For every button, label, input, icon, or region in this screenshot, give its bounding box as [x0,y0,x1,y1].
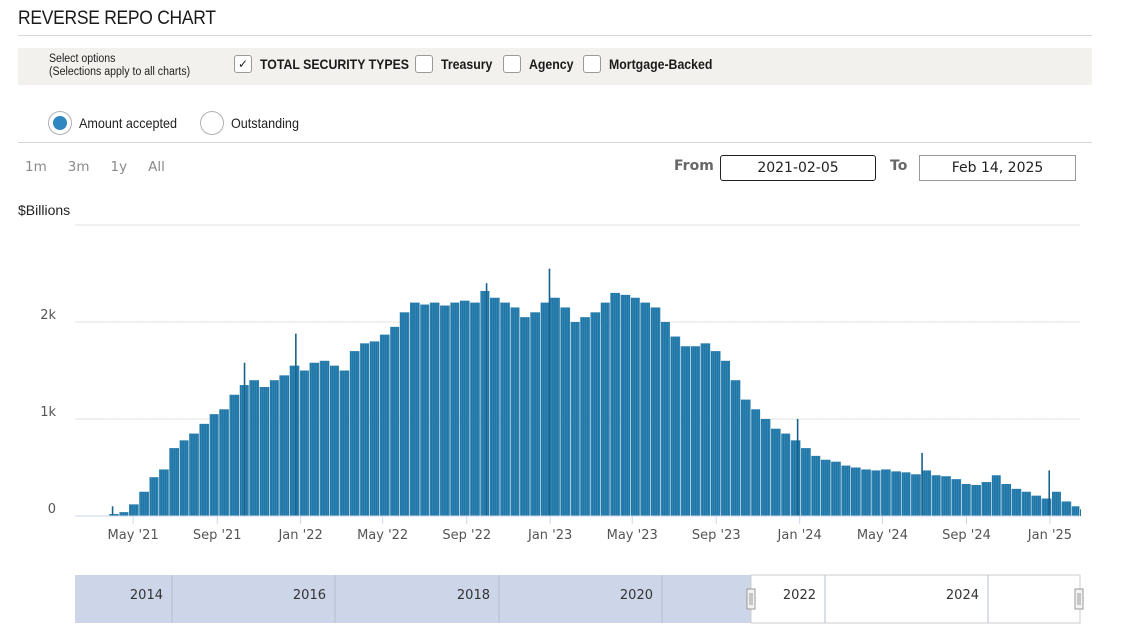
bar [379,334,390,516]
x-tick-label: Sep '23 [692,528,741,543]
bar [339,370,350,516]
x-tick-label: Sep '24 [942,528,991,543]
bar-spike [243,362,246,516]
bar [850,467,861,516]
navigator-year-label: 2020 [620,588,653,603]
bar [139,491,149,516]
bar-spike [921,452,923,516]
bar [1080,509,1081,516]
y-tick-label: 2k [40,308,56,323]
y-tick-label: 0 [48,502,56,517]
navigator-handle[interactable] [746,588,756,610]
bar [580,317,590,516]
bar [760,419,771,516]
bar [650,307,661,516]
y-axis-ticks: 0 1k 2k [40,308,56,517]
navigator-year-label: 2018 [457,588,490,603]
x-tick-label: Sep '21 [193,528,242,543]
bar [319,360,330,516]
bar [1031,495,1042,516]
bar-spike [485,283,488,516]
bar [1021,491,1031,516]
bar [219,409,229,516]
bar [399,312,410,516]
x-tick-label: May '22 [357,528,408,543]
bar-spike [295,333,297,516]
navigator-year-label: 2024 [946,588,979,603]
x-tick-label: May '24 [857,528,908,543]
bar [159,469,169,516]
bar [429,302,440,516]
x-axis-ticks: May '21 Sep '21 Jan '22 May '22 Sep '22 Jan '… [108,516,1072,543]
bar [831,461,841,516]
x-tick-label: Jan '23 [527,528,572,543]
bar-spike [796,419,799,516]
bar [931,475,941,516]
x-tick-label: Jan '22 [277,528,322,543]
navigator-year-label: 2022 [783,588,816,603]
bar [289,365,300,516]
x-tick-label: May '21 [108,528,159,543]
bar [941,476,951,516]
bar [570,322,580,516]
bar [410,302,420,516]
y-tick-label: 1k [40,405,56,420]
x-tick-label: May '23 [607,528,658,543]
navigator-year-label: 2016 [293,588,326,603]
bar [309,362,320,516]
bar [489,297,500,516]
x-tick-label: Jan '24 [777,528,822,543]
bar [500,302,510,516]
bar [991,475,1001,516]
bar [841,465,851,516]
bar-spike [1048,470,1051,516]
x-tick-label: Sep '22 [442,528,491,543]
bar [520,317,530,516]
navigator[interactable]: 2014 2016 2018 2020 2022 2024 [75,574,1084,624]
bar [560,307,571,516]
reverse-repo-chart: 0 1k 2k May '21 Sep '21 Jan '22 May '22 Sep '2… [40,224,1084,624]
bar [660,322,670,516]
bar [751,409,761,516]
bar [199,423,210,516]
bar-series [104,225,1081,516]
bar [740,399,751,516]
bar-spike [111,506,114,516]
bar [590,312,601,516]
bar [229,394,240,516]
navigator-year-label: 2014 [130,588,163,603]
bar [1011,488,1022,516]
bar-spike [548,268,551,516]
navigator-handle[interactable] [1074,588,1084,610]
bar [149,477,159,516]
bar [249,380,259,516]
x-tick-label: Jan '25 [1027,528,1072,543]
bar [470,302,480,516]
bar [670,336,681,516]
bar [610,292,620,516]
